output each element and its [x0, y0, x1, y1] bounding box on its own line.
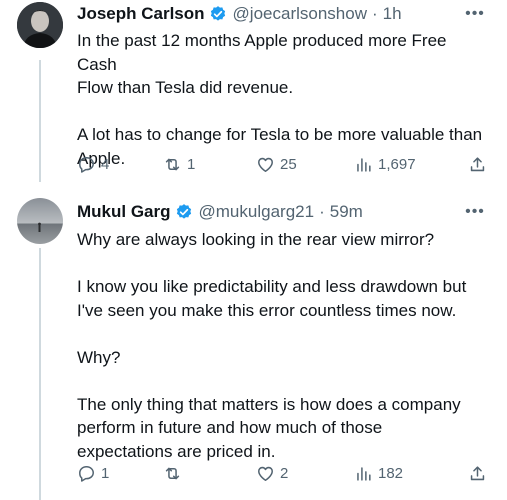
tweet-header: Mukul Garg @mukulgarg21 · 59m [77, 200, 363, 224]
text-line: expectations are priced in. [77, 441, 276, 461]
thread-line [39, 248, 41, 500]
verified-icon [176, 204, 191, 219]
reply-count: 4 [101, 155, 110, 173]
tweet-text: In the past 12 months Apple produced mor… [77, 29, 487, 170]
retweet-icon [165, 467, 180, 479]
text-line [77, 369, 487, 393]
view-count: 182 [378, 464, 404, 482]
text-line: In the past 12 months Apple produced mor… [77, 31, 447, 74]
like-button[interactable]: 2 [256, 461, 288, 485]
text-line: I know you like predictability and less … [77, 277, 467, 296]
more-icon: ••• [465, 203, 485, 220]
username-handle[interactable]: @joecarlsonshow [233, 4, 367, 24]
reply-button[interactable]: 4 [77, 152, 109, 176]
avatar-photo [17, 198, 63, 244]
username-handle[interactable]: @mukulgarg21 [199, 202, 315, 222]
heart-icon [258, 157, 273, 172]
views-button[interactable]: 182 [354, 461, 403, 485]
tweet-actions: 1 2 182 [77, 461, 487, 485]
share-icon [470, 156, 485, 171]
like-count: 2 [280, 464, 289, 482]
text-line: Why? [77, 347, 121, 367]
tweet-text: Why are always looking in the rear view … [77, 228, 487, 463]
retweet-icon [165, 158, 180, 170]
text-line: A lot has to change for Tesla to be more… [77, 125, 483, 144]
avatar[interactable] [17, 198, 63, 244]
separator-dot: · [371, 4, 378, 23]
views-button[interactable]: 1,697 [354, 152, 416, 176]
thread-line [39, 60, 41, 182]
timestamp[interactable]: 1h [383, 4, 402, 24]
text-line: perform in future and how much of those [77, 418, 383, 437]
more-options-button[interactable]: ••• [465, 202, 485, 222]
retweet-button[interactable]: 1 [163, 152, 195, 176]
heart-icon [258, 466, 273, 481]
retweet-count: 1 [187, 155, 196, 173]
tweet-header: Joseph Carlson @joecarlsonshow · 1h [77, 2, 402, 26]
reply-button[interactable]: 1 [77, 461, 109, 485]
like-count: 25 [280, 155, 297, 173]
view-count: 1,697 [378, 155, 416, 173]
separator-dot: · [319, 202, 325, 221]
share-icon [470, 465, 485, 480]
reply-icon [79, 465, 94, 482]
text-line: The only thing that matters is how does … [77, 394, 461, 414]
tweet-actions: 4 1 25 1,697 [77, 152, 487, 176]
display-name[interactable]: Joseph Carlson [77, 4, 205, 24]
like-button[interactable]: 25 [256, 152, 297, 176]
more-icon: ••• [465, 5, 485, 22]
reply-icon [79, 156, 94, 173]
text-line: Flow than Tesla did revenue. [77, 78, 294, 97]
text-line [77, 252, 487, 276]
text-line [77, 100, 487, 124]
share-button[interactable] [468, 152, 492, 176]
display-name[interactable]: Mukul Garg [77, 202, 171, 222]
analytics-icon [357, 466, 371, 481]
text-line: I've seen you make this error countless … [77, 300, 457, 320]
more-options-button[interactable]: ••• [465, 4, 485, 24]
retweet-button[interactable] [163, 461, 187, 485]
reply-count: 1 [101, 464, 110, 482]
avatar[interactable] [17, 2, 63, 48]
text-line [77, 322, 487, 346]
text-line: Why are always looking in the rear view … [77, 230, 435, 249]
verified-icon [210, 6, 225, 21]
analytics-icon [357, 157, 371, 172]
share-button[interactable] [468, 461, 492, 485]
timestamp[interactable]: 59m [330, 202, 363, 222]
avatar-photo [17, 2, 63, 48]
